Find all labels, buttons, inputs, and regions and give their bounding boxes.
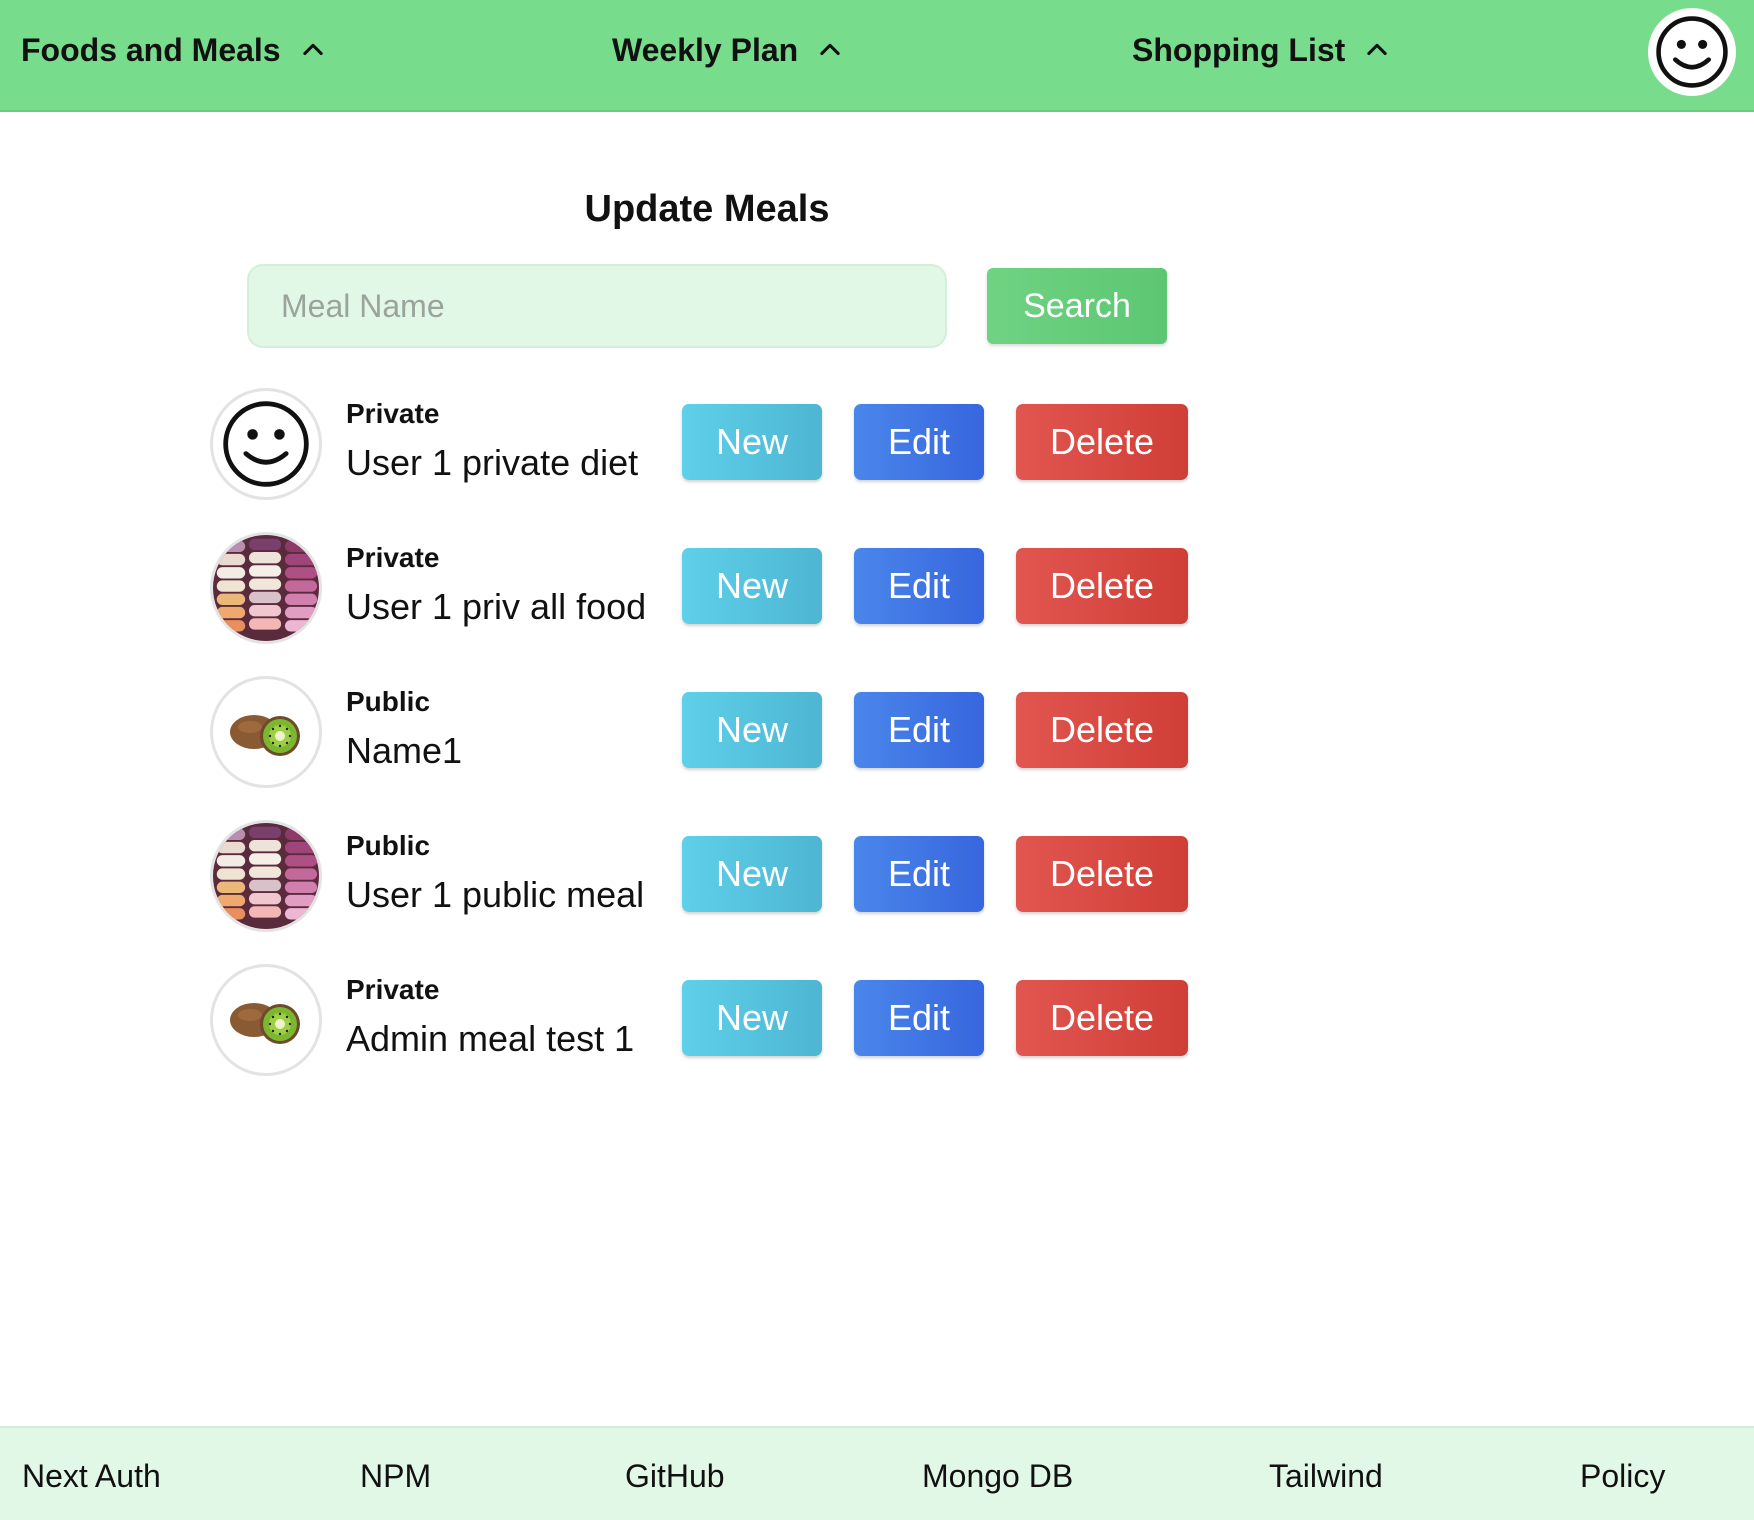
- smiley-icon: [1656, 16, 1728, 88]
- chevron-up-icon: [820, 43, 840, 56]
- search-button[interactable]: Search: [987, 268, 1167, 344]
- delete-button[interactable]: Delete: [1016, 980, 1188, 1056]
- footer-link-npm[interactable]: NPM: [360, 1458, 431, 1495]
- new-button[interactable]: New: [682, 404, 822, 480]
- edit-button[interactable]: Edit: [854, 404, 984, 480]
- meal-name: Admin meal test 1: [346, 1018, 635, 1059]
- nav-foods-and-meals[interactable]: Foods and Meals: [21, 28, 327, 72]
- meal-row: Private User 1 private diet New Edit Del…: [210, 388, 1190, 500]
- delete-button[interactable]: Delete: [1016, 692, 1188, 768]
- chevron-up-icon: [302, 43, 323, 56]
- meal-row: Private Admin meal test 1 New Edit Delet…: [210, 964, 1190, 1076]
- new-button[interactable]: New: [682, 548, 822, 624]
- edit-button[interactable]: Edit: [854, 692, 984, 768]
- meal-row: Private User 1 priv all food New Edit De…: [210, 532, 1190, 644]
- meal-name-search-input[interactable]: [247, 264, 947, 348]
- meal-name: User 1 priv all food: [346, 586, 647, 627]
- meal-visibility-label: Private: [346, 974, 440, 1005]
- kiwi-image: [230, 1003, 300, 1044]
- footer-link-github[interactable]: GitHub: [625, 1458, 725, 1495]
- meal-row: Public User 1 public meal New Edit Delet…: [210, 820, 1190, 932]
- new-button[interactable]: New: [682, 692, 822, 768]
- macarons-image: [213, 823, 319, 929]
- meal-row: Public Name1 New Edit Delete: [210, 676, 1190, 788]
- meal-name: Name1: [346, 730, 463, 771]
- nav-label: Foods and Meals: [21, 31, 281, 68]
- nav-label: Shopping List: [1132, 31, 1346, 68]
- footer-link-policy[interactable]: Policy: [1580, 1458, 1665, 1495]
- new-button[interactable]: New: [682, 836, 822, 912]
- chevron-up-icon: [1367, 43, 1387, 56]
- nav-label: Weekly Plan: [612, 31, 799, 68]
- delete-button[interactable]: Delete: [1016, 404, 1188, 480]
- nav-weekly-plan[interactable]: Weekly Plan: [612, 28, 844, 72]
- edit-button[interactable]: Edit: [854, 836, 984, 912]
- meal-visibility-label: Private: [346, 542, 440, 573]
- meal-visibility-label: Public: [346, 686, 431, 717]
- footer-link-tailwind[interactable]: Tailwind: [1269, 1458, 1383, 1495]
- footer-link-mongo-db[interactable]: Mongo DB: [922, 1458, 1073, 1495]
- page-title: Update Meals: [584, 188, 830, 230]
- meal-thumbnail: [210, 964, 322, 1076]
- meal-thumbnail: [210, 820, 322, 932]
- meal-visibility-label: Public: [346, 830, 431, 861]
- meal-visibility-label: Private: [346, 398, 440, 429]
- meal-thumbnail: [210, 532, 322, 644]
- meal-thumbnail: [210, 388, 322, 500]
- kiwi-image: [230, 715, 300, 756]
- new-button[interactable]: New: [682, 980, 822, 1056]
- top-nav: Foods and Meals Weekly Plan Shopping Lis…: [0, 0, 1754, 112]
- meal-name: User 1 private diet: [346, 442, 639, 483]
- delete-button[interactable]: Delete: [1016, 836, 1188, 912]
- smiley-icon: [223, 401, 309, 487]
- macarons-image: [213, 535, 319, 641]
- nav-shopping-list[interactable]: Shopping List: [1132, 28, 1391, 72]
- meal-name: User 1 public meal: [346, 874, 645, 915]
- delete-button[interactable]: Delete: [1016, 548, 1188, 624]
- user-avatar[interactable]: [1648, 8, 1736, 96]
- footer: Next Auth NPM GitHub Mongo DB Tailwind P…: [0, 1426, 1754, 1520]
- edit-button[interactable]: Edit: [854, 548, 984, 624]
- footer-link-next-auth[interactable]: Next Auth: [22, 1458, 161, 1495]
- meal-thumbnail: [210, 676, 322, 788]
- edit-button[interactable]: Edit: [854, 980, 984, 1056]
